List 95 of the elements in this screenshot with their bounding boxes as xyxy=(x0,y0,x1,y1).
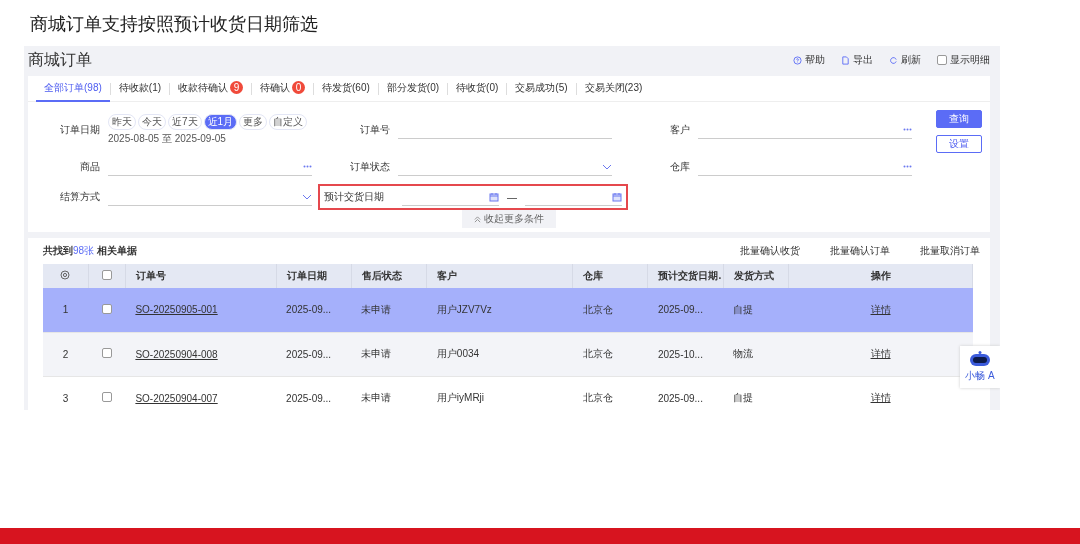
date-chip[interactable]: 昨天 xyxy=(108,114,136,130)
column-header: 操作 xyxy=(788,264,973,288)
table-cell: 用户JZV7Vz xyxy=(426,288,573,332)
tab[interactable]: 部分发货(0) xyxy=(378,75,448,102)
table-cell: 2025-10... xyxy=(647,332,724,376)
table-cell: 物流 xyxy=(723,332,789,376)
row-number: 3 xyxy=(43,376,89,410)
row-checkbox[interactable] xyxy=(101,348,112,358)
date-chip[interactable]: 近1月 xyxy=(203,114,238,130)
result-summary: 共找到98张 相关单据 xyxy=(43,244,138,258)
table-cell: 用户iyMRji xyxy=(426,376,573,410)
date-chip[interactable]: 今天 xyxy=(138,114,166,130)
document-icon xyxy=(841,55,850,65)
checkbox[interactable] xyxy=(937,55,947,65)
row-checkbox[interactable] xyxy=(101,392,112,402)
date-chip[interactable]: 更多 xyxy=(239,114,268,130)
robot-icon xyxy=(969,351,991,367)
more-icon xyxy=(903,165,912,168)
row-number: 1 xyxy=(43,288,89,332)
column-header: 预计交货日期. xyxy=(647,264,724,288)
field-label: 预计交货日期 xyxy=(324,190,385,204)
table-cell: 2025-09... xyxy=(647,376,724,410)
field-label: 商品 xyxy=(79,160,100,174)
toolbar-button[interactable]: 导出 xyxy=(841,53,873,67)
tab[interactable]: 待发货(60) xyxy=(314,75,378,102)
chevron-down-icon xyxy=(302,193,312,200)
table-cell: 用户0034 xyxy=(426,332,573,376)
date-chip[interactable]: 自定义 xyxy=(269,114,308,130)
field-label: 客户 xyxy=(669,123,690,137)
toolbar-button[interactable]: 刷新 xyxy=(889,53,921,67)
settings-icon[interactable] xyxy=(60,270,71,280)
details-link[interactable]: 详情 xyxy=(870,392,891,403)
toolbar-button[interactable]: 帮助 xyxy=(793,53,825,67)
table-cell: 北京仓 xyxy=(572,332,648,376)
column-header: 订单号 xyxy=(125,264,277,288)
count-badge: 0 xyxy=(292,81,306,94)
table-cell: 未申请 xyxy=(351,288,427,332)
tab[interactable]: 收款待确认 9 xyxy=(170,75,252,102)
date-chip[interactable]: 近7天 xyxy=(168,114,202,130)
details-link[interactable]: 详情 xyxy=(870,348,891,359)
field-label: 订单号 xyxy=(359,123,390,137)
table-cell: 自提 xyxy=(723,376,789,410)
count-badge: 9 xyxy=(230,81,244,94)
table-cell: 北京仓 xyxy=(572,376,648,410)
field-label: 结算方式 xyxy=(59,190,100,204)
field-label: 订单日期 xyxy=(59,123,100,137)
tab[interactable]: 交易成功(5) xyxy=(507,75,576,102)
calendar-icon xyxy=(612,191,622,202)
tab[interactable]: 待确认 0 xyxy=(252,75,314,102)
tab[interactable]: 全部订单(98) xyxy=(36,75,110,102)
table-cell: 自提 xyxy=(723,288,789,332)
table-row[interactable]: 1 SO-20250905-001 2025-09... 未申请 用户JZV7Vz 北京仓 2025-09... 自提 详情 xyxy=(43,288,973,332)
table-cell: 未申请 xyxy=(351,376,427,410)
field-label: 订单状态 xyxy=(349,160,390,174)
calendar-icon xyxy=(489,191,499,202)
query-button[interactable]: 查询 xyxy=(936,110,982,128)
column-header: 售后状态 xyxy=(351,264,427,288)
slide-title: 商城订单支持按照预计收货日期筛选 xyxy=(29,13,319,36)
tab[interactable]: 待收款(1) xyxy=(110,75,170,102)
table-cell: 2025-09... xyxy=(647,288,724,332)
select-all-checkbox[interactable] xyxy=(101,270,112,280)
order-link[interactable]: SO-20250905-001 xyxy=(135,304,218,316)
table-cell: 未申请 xyxy=(351,332,427,376)
table-cell: 2025-09... xyxy=(276,376,352,410)
assistant-widget[interactable]: 小畅 A xyxy=(960,346,1000,388)
row-number: 2 xyxy=(43,332,89,376)
refresh-icon xyxy=(889,55,898,65)
table-cell: 北京仓 xyxy=(572,288,648,332)
chevron-down-icon xyxy=(602,163,612,170)
field-label: 仓库 xyxy=(669,160,690,174)
tab[interactable]: 待收货(0) xyxy=(448,75,507,102)
column-header: 客户 xyxy=(426,264,573,288)
table-cell: 2025-09... xyxy=(276,288,352,332)
checkbox-label: 显示明细 xyxy=(950,53,990,67)
batch-action-link[interactable]: 批量确认订单 xyxy=(830,244,890,258)
order-link[interactable]: SO-20250904-008 xyxy=(135,348,218,360)
table-cell: 2025-09... xyxy=(276,332,352,376)
chevron-up-icon xyxy=(474,215,481,223)
page-title: 商城订单 xyxy=(28,49,93,70)
order-link[interactable]: SO-20250904-007 xyxy=(135,392,218,404)
collapse-button[interactable]: 收起更多条件 xyxy=(462,210,556,228)
details-link[interactable]: 详情 xyxy=(870,303,891,315)
batch-action-link[interactable]: 批量取消订单 xyxy=(920,244,980,258)
column-header: 仓库 xyxy=(572,264,648,288)
column-header: 订单日期 xyxy=(276,264,352,288)
tab[interactable]: 交易关闭(23) xyxy=(576,75,651,102)
more-icon xyxy=(303,165,312,168)
settings-button[interactable]: 设置 xyxy=(936,135,982,153)
range-separator: — xyxy=(507,191,517,203)
row-checkbox[interactable] xyxy=(101,303,112,314)
date-range-text: 2025-08-05 至 2025-09-05 xyxy=(108,132,227,146)
column-header: 发货方式 xyxy=(723,264,789,288)
more-icon xyxy=(903,128,912,131)
help-icon xyxy=(793,55,802,65)
batch-action-link[interactable]: 批量确认收货 xyxy=(740,244,800,258)
